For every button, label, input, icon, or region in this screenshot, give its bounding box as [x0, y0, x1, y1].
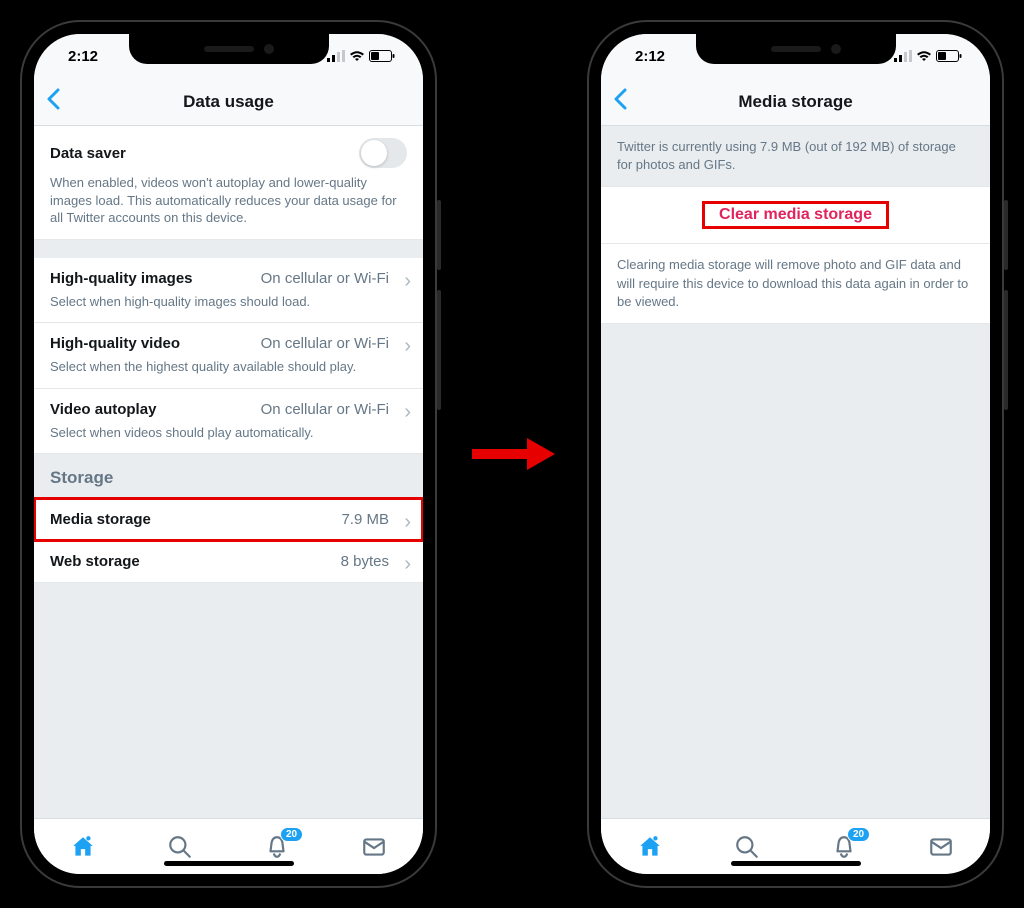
autoplay-value: On cellular or Wi-Fi	[261, 401, 389, 418]
web-storage-row[interactable]: Web storage 8 bytes ›	[34, 541, 423, 583]
notch	[129, 34, 329, 64]
home-indicator[interactable]	[164, 861, 294, 866]
hq-video-desc: Select when the highest quality availabl…	[50, 358, 407, 376]
transition-arrow	[467, 434, 557, 474]
page-title: Data usage	[34, 92, 423, 112]
chevron-left-icon	[46, 88, 60, 110]
chevron-right-icon: ›	[404, 270, 411, 293]
clear-media-label: Clear media storage	[702, 201, 889, 229]
battery-icon	[936, 50, 962, 62]
tab-home[interactable]	[630, 827, 670, 867]
media-storage-row[interactable]: Media storage 7.9 MB ›	[34, 498, 423, 541]
autoplay-label: Video autoplay	[50, 401, 156, 418]
hq-video-value: On cellular or Wi-Fi	[261, 335, 389, 352]
back-button[interactable]	[613, 86, 627, 117]
notification-badge: 20	[280, 827, 303, 842]
autoplay-row[interactable]: Video autoplay On cellular or Wi-Fi › Se…	[34, 389, 423, 455]
page-title: Media storage	[601, 92, 990, 112]
clear-media-storage-button[interactable]: Clear media storage	[601, 186, 990, 244]
notification-badge: 20	[847, 827, 870, 842]
web-storage-value: 8 bytes	[341, 553, 389, 570]
nav-bar: Media storage	[601, 78, 990, 126]
storage-header: Storage	[34, 454, 423, 498]
tab-messages[interactable]	[354, 827, 394, 867]
data-saver-desc: When enabled, videos won't autoplay and …	[50, 174, 407, 227]
hq-images-label: High-quality images	[50, 270, 193, 287]
status-indicators	[894, 50, 962, 62]
cellular-icon	[894, 50, 912, 62]
hq-video-label: High-quality video	[50, 335, 180, 352]
chevron-right-icon: ›	[404, 335, 411, 358]
chevron-left-icon	[613, 88, 627, 110]
wifi-icon	[916, 50, 932, 62]
status-time: 2:12	[68, 48, 98, 65]
media-storage-value: 7.9 MB	[341, 511, 389, 528]
hq-images-row[interactable]: High-quality images On cellular or Wi-Fi…	[34, 258, 423, 324]
content-area: Data saver When enabled, videos won't au…	[34, 126, 423, 818]
nav-bar: Data usage	[34, 78, 423, 126]
media-storage-label: Media storage	[50, 511, 151, 528]
hq-images-desc: Select when high-quality images should l…	[50, 293, 407, 311]
home-indicator[interactable]	[731, 861, 861, 866]
home-icon	[637, 834, 663, 860]
status-indicators	[327, 50, 395, 62]
notch	[696, 34, 896, 64]
tab-messages[interactable]	[921, 827, 961, 867]
wifi-icon	[349, 50, 365, 62]
data-saver-label: Data saver	[50, 145, 126, 162]
envelope-icon	[361, 834, 387, 860]
arrow-right-icon	[467, 434, 557, 474]
usage-info: Twitter is currently using 7.9 MB (out o…	[601, 126, 990, 186]
hq-images-value: On cellular or Wi-Fi	[261, 270, 389, 287]
search-icon	[734, 834, 760, 860]
cellular-icon	[327, 50, 345, 62]
chevron-right-icon: ›	[404, 511, 411, 534]
status-time: 2:12	[635, 48, 665, 65]
hq-video-row[interactable]: High-quality video On cellular or Wi-Fi …	[34, 323, 423, 389]
home-icon	[70, 834, 96, 860]
chevron-right-icon: ›	[404, 553, 411, 576]
data-saver-toggle[interactable]	[359, 138, 407, 168]
tab-home[interactable]	[63, 827, 103, 867]
envelope-icon	[928, 834, 954, 860]
autoplay-desc: Select when videos should play automatic…	[50, 424, 407, 442]
phone-frame-right: 2:12 Media storage Twitter is currently …	[587, 20, 1004, 888]
battery-icon	[369, 50, 395, 62]
clear-desc: Clearing media storage will remove photo…	[601, 244, 990, 324]
phone-frame-left: 2:12 Data usage Data saver	[20, 20, 437, 888]
data-saver-row[interactable]: Data saver When enabled, videos won't au…	[34, 126, 423, 240]
content-area: Twitter is currently using 7.9 MB (out o…	[601, 126, 990, 818]
chevron-right-icon: ›	[404, 401, 411, 424]
back-button[interactable]	[46, 86, 60, 117]
web-storage-label: Web storage	[50, 553, 140, 570]
search-icon	[167, 834, 193, 860]
